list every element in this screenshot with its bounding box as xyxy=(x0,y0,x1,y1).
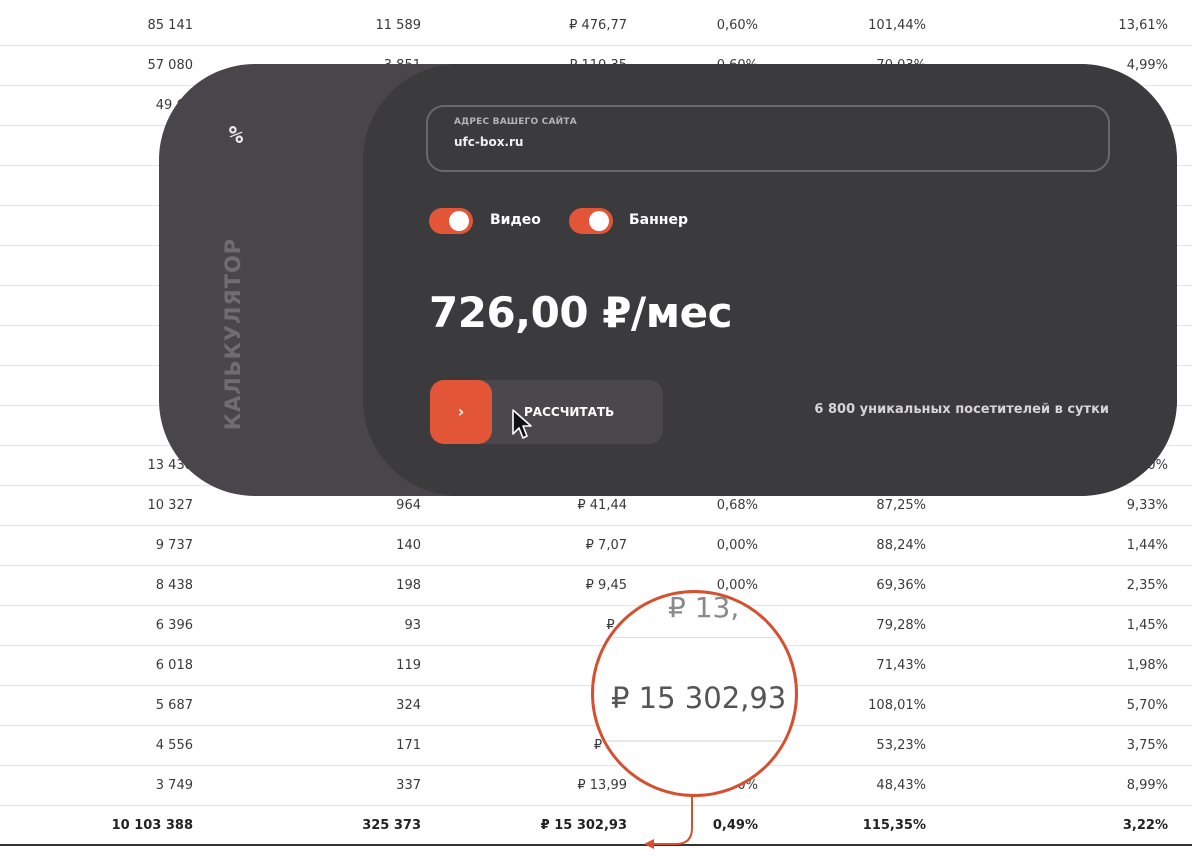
percent-icon: % xyxy=(228,121,244,149)
magnified-total-value: ₽ 15 302,93 xyxy=(611,681,787,715)
table-cell: ₽ 7,07 xyxy=(585,538,627,553)
table-cell: 48,43% xyxy=(876,778,926,793)
table-cell: 79,28% xyxy=(876,618,926,633)
calculator-title: КАЛЬКУЛЯТОР xyxy=(221,237,245,431)
callout-arrow-icon xyxy=(644,796,693,849)
table-row: 85 141 11 589 ₽ 476,77 0,60% 101,44% 13,61% xyxy=(0,6,1192,46)
total-cell: 115,35% xyxy=(862,818,926,833)
mouse-cursor-icon xyxy=(512,409,532,439)
table-cell: 85 141 xyxy=(147,18,194,33)
table-row: 8 438 198 ₽ 9,45 0,00% 69,36% 2,35% xyxy=(0,566,1192,606)
table-cell: 140 xyxy=(396,538,421,553)
table-cell: 53,23% xyxy=(876,738,926,753)
table-cell: 6 396 xyxy=(155,618,193,633)
table-cell: 69,36% xyxy=(876,578,926,593)
table-cell: 1,98% xyxy=(1126,658,1168,673)
table-cell: 5,70% xyxy=(1126,698,1168,713)
table-cell: 57 080 xyxy=(147,58,194,73)
table-row: 6 39693₽ 479,28%1,45% xyxy=(0,606,1192,646)
monthly-price: 726,00 ₽/мес xyxy=(429,288,732,337)
video-toggle-label: Видео xyxy=(490,212,541,228)
table-row: 3 749337₽ 13,990,00%48,43%8,99% xyxy=(0,766,1192,806)
table-cell: 13,61% xyxy=(1118,18,1168,33)
total-cell: 325 373 xyxy=(362,818,421,833)
table-cell: 88,24% xyxy=(876,538,926,553)
table-cell: 337 xyxy=(396,778,421,793)
table-cell: 1,44% xyxy=(1126,538,1168,553)
table-cell: 71,43% xyxy=(876,658,926,673)
table-row: 4 556171₽ 6,653,23%3,75% xyxy=(0,726,1192,766)
table-cell: 10 327 xyxy=(147,498,194,513)
table-cell: 5 687 xyxy=(155,698,193,713)
unique-visitors-text: 6 800 уникальных посетителей в сутки xyxy=(814,402,1109,417)
calculate-button-label: РАССЧИТАТЬ xyxy=(524,405,615,419)
table-cell: 6 018 xyxy=(155,658,193,673)
calculate-button[interactable]: › РАССЧИТАТЬ xyxy=(430,380,663,444)
table-cell: 4 556 xyxy=(155,738,193,753)
site-url-label: АДРЕС ВАШЕГО САЙТА xyxy=(454,117,577,127)
video-toggle[interactable] xyxy=(429,208,473,234)
magnified-partial-value: ₽ 13, xyxy=(668,591,740,624)
total-cell: 10 103 388 xyxy=(111,818,193,833)
banner-toggle[interactable] xyxy=(569,208,613,234)
table-cell: 8 438 xyxy=(155,578,193,593)
total-cell: ₽ 15 302,93 xyxy=(540,818,627,833)
site-url-field[interactable]: АДРЕС ВАШЕГО САЙТА ufc-box.ru xyxy=(426,105,1110,172)
table-row: 9 737 140 ₽ 7,07 0,00% 88,24% 1,44% xyxy=(0,526,1192,566)
calculator-panel: % КАЛЬКУЛЯТОР АДРЕС ВАШЕГО САЙТА ufc-box… xyxy=(159,64,1177,496)
table-cell: 101,44% xyxy=(868,18,926,33)
magnifier-divider xyxy=(594,637,795,638)
table-cell: ₽ 13,99 xyxy=(577,778,627,793)
table-total-row: 10 103 388 325 373 ₽ 15 302,93 0,49% 115,35%… xyxy=(0,806,1192,846)
total-cell: 3,22% xyxy=(1122,818,1168,833)
magnifier-divider xyxy=(594,740,795,742)
table-cell: 171 xyxy=(396,738,421,753)
chevron-right-icon: › xyxy=(430,380,492,444)
table-cell: ₽ 9,45 xyxy=(585,578,627,593)
table-cell: 8,99% xyxy=(1126,778,1168,793)
table-cell: 2,35% xyxy=(1126,578,1168,593)
table-cell: 108,01% xyxy=(868,698,926,713)
table-cell: 1,45% xyxy=(1126,618,1168,633)
table-cell: 0,00% xyxy=(716,538,758,553)
table-cell: 198 xyxy=(396,578,421,593)
table-cell: 3,75% xyxy=(1126,738,1168,753)
site-url-input[interactable]: ufc-box.ru xyxy=(454,135,523,149)
table-cell: 93 xyxy=(404,618,421,633)
table-cell: 119 xyxy=(396,658,421,673)
table-cell: 3 749 xyxy=(155,778,193,793)
total-cell: 0,49% xyxy=(712,818,758,833)
table-cell: 0,60% xyxy=(716,18,758,33)
table-cell: 324 xyxy=(396,698,421,713)
table-cell: 9 737 xyxy=(155,538,193,553)
magnifier-callout: ₽ 13, ₽ 15 302,93 xyxy=(591,590,798,797)
table-cell: ₽ 476,77 xyxy=(569,18,627,33)
banner-toggle-label: Баннер xyxy=(629,212,688,228)
table-cell: 11 589 xyxy=(375,18,422,33)
table-cell: 9,33% xyxy=(1126,498,1168,513)
